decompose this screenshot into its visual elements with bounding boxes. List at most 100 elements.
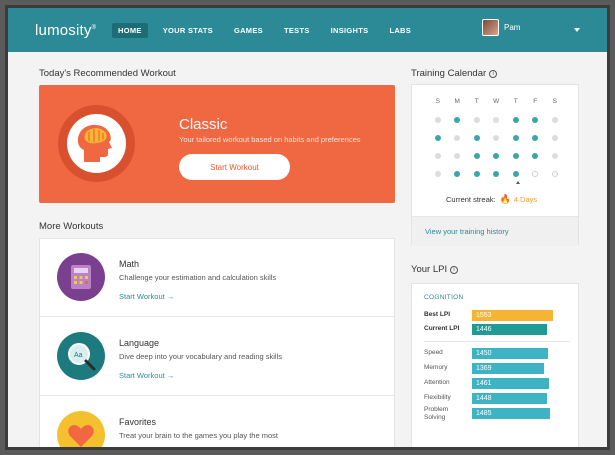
info-icon[interactable]: i: [450, 266, 459, 274]
calculator-icon: [57, 253, 105, 301]
training-history-link[interactable]: View your training history: [425, 227, 509, 236]
calendar-week-row: [428, 135, 565, 141]
more-workouts-list: Math Challenge your estimation and calcu…: [39, 238, 395, 447]
lpi-bar: 1369: [472, 363, 544, 374]
workout-description: Challenge your estimation and calculatio…: [119, 273, 277, 282]
streak-value: 4 Days: [513, 195, 538, 204]
calendar-week-row: [428, 171, 565, 177]
trained-day-dot: [512, 153, 519, 159]
calendar-week-row: [428, 153, 565, 159]
lpi-label: Problem Solving: [424, 406, 449, 421]
streak-label: Current streak:: [446, 195, 496, 204]
trained-day-dot: [454, 117, 461, 123]
lpi-label: Best LPI: [424, 311, 451, 318]
trained-day-dot: [512, 117, 519, 123]
nav-menu: HOME YOUR STATS GAMES TESTS INSIGHTS LAB…: [112, 23, 426, 38]
top-nav: lumosity® HOME YOUR STATS GAMES TESTS IN…: [8, 8, 607, 52]
start-workout-link[interactable]: Start Workout →: [119, 292, 174, 301]
lpi-label: Flexibility: [424, 394, 451, 401]
more-workouts-title: More Workouts: [39, 221, 104, 232]
trained-day-dot: [532, 117, 539, 123]
divider: [424, 341, 570, 342]
trained-day-dot: [473, 153, 480, 159]
missed-day-dot: [551, 153, 558, 159]
trained-day-dot: [473, 171, 480, 177]
weekday-label: W: [493, 98, 500, 105]
weekday-label: M: [454, 98, 460, 105]
today-marker-icon: [516, 181, 520, 184]
trained-day-dot: [512, 135, 519, 141]
lpi-label: Memory: [424, 364, 448, 371]
missed-day-dot: [434, 117, 441, 123]
workout-title: Classic: [179, 116, 228, 133]
nav-your-stats[interactable]: YOUR STATS: [157, 23, 219, 38]
lpi-bar: 1448: [472, 393, 548, 404]
trained-day-dot: [493, 171, 500, 177]
nav-home[interactable]: HOME: [112, 23, 148, 38]
future-day-dot: [551, 171, 558, 177]
recommended-section-title: Today's Recommended Workout: [39, 68, 176, 79]
user-menu[interactable]: Pam: [482, 19, 520, 36]
workout-name: Favorites: [119, 417, 157, 427]
missed-day-dot: [551, 135, 558, 141]
nav-games[interactable]: GAMES: [228, 23, 269, 38]
missed-day-dot: [473, 117, 480, 123]
workout-subtitle: Your tailored workout based on habits an…: [179, 135, 361, 144]
missed-day-dot: [551, 117, 558, 123]
avatar[interactable]: [482, 19, 499, 36]
app-frame: lumosity® HOME YOUR STATS GAMES TESTS IN…: [5, 5, 610, 450]
training-calendar: S M T W T F S Current streak: 🔥 4 Days V…: [411, 84, 579, 245]
svg-text:Aa: Aa: [74, 352, 83, 359]
workout-name: Math: [119, 259, 140, 269]
missed-day-dot: [454, 135, 461, 141]
magnifier-icon: Aa: [57, 332, 105, 380]
info-icon[interactable]: i: [489, 70, 498, 78]
list-item-language[interactable]: Aa Language Dive deep into your vocabula…: [40, 318, 394, 396]
brain-head-icon: [58, 105, 135, 182]
workout-description: Dive deep into your vocabulary and readi…: [119, 352, 283, 361]
lpi-bar: 1461: [472, 378, 550, 389]
future-day-dot: [532, 171, 539, 177]
workout-description: Treat your brain to the games you play t…: [119, 431, 278, 440]
trained-day-dot: [532, 153, 539, 159]
calendar-week-row: [428, 117, 565, 123]
list-item-math[interactable]: Math Challenge your estimation and calcu…: [40, 239, 394, 317]
weekday-label: T: [513, 98, 518, 105]
start-workout-button[interactable]: Start Workout: [179, 154, 290, 180]
lpi-label: Attention: [424, 379, 450, 386]
missed-day-dot: [493, 135, 500, 141]
lpi-bar: 1446: [472, 324, 548, 335]
workout-name: Language: [119, 338, 160, 348]
weekday-label: S: [552, 98, 557, 105]
trained-day-dot: [512, 171, 519, 177]
lpi-bar: 1450: [472, 348, 549, 359]
nav-tests[interactable]: TESTS: [278, 23, 316, 38]
chevron-down-icon[interactable]: [574, 28, 580, 32]
nav-labs[interactable]: LABS: [383, 23, 417, 38]
missed-day-dot: [434, 171, 441, 177]
missed-day-dot: [493, 117, 500, 123]
lpi-bar: 1485: [472, 408, 551, 419]
lpi-category: COGNITION: [424, 294, 464, 301]
user-name[interactable]: Pam: [504, 23, 520, 32]
trained-day-dot: [473, 135, 480, 141]
start-workout-link[interactable]: Start Workout →: [119, 371, 174, 380]
lpi-label: Speed: [424, 349, 443, 356]
trained-day-dot: [493, 153, 500, 159]
nav-insights[interactable]: INSIGHTS: [325, 23, 375, 38]
list-item-favorites[interactable]: Favorites Treat your brain to the games …: [40, 397, 394, 447]
calendar-footer: View your training history: [412, 217, 578, 245]
recommended-workout-card[interactable]: Classic Your tailored workout based on h…: [39, 85, 395, 203]
missed-day-dot: [454, 153, 461, 159]
weekday-label: S: [435, 98, 440, 105]
trained-day-dot: [454, 171, 461, 177]
training-calendar-title: Training Calendar i: [411, 68, 498, 79]
trained-day-dot: [532, 135, 539, 141]
current-streak: Current streak: 🔥 4 Days: [446, 194, 537, 205]
lpi-panel: COGNITION Best LPI 1553 Current LPI 1446 Spe…: [411, 283, 579, 447]
lpi-title: Your LPI i: [411, 264, 459, 275]
heart-icon: [57, 411, 105, 447]
lpi-label: Current LPI: [424, 325, 460, 332]
lpi-bar: 1553: [472, 310, 553, 321]
lumosity-logo[interactable]: lumosity®: [35, 22, 96, 39]
